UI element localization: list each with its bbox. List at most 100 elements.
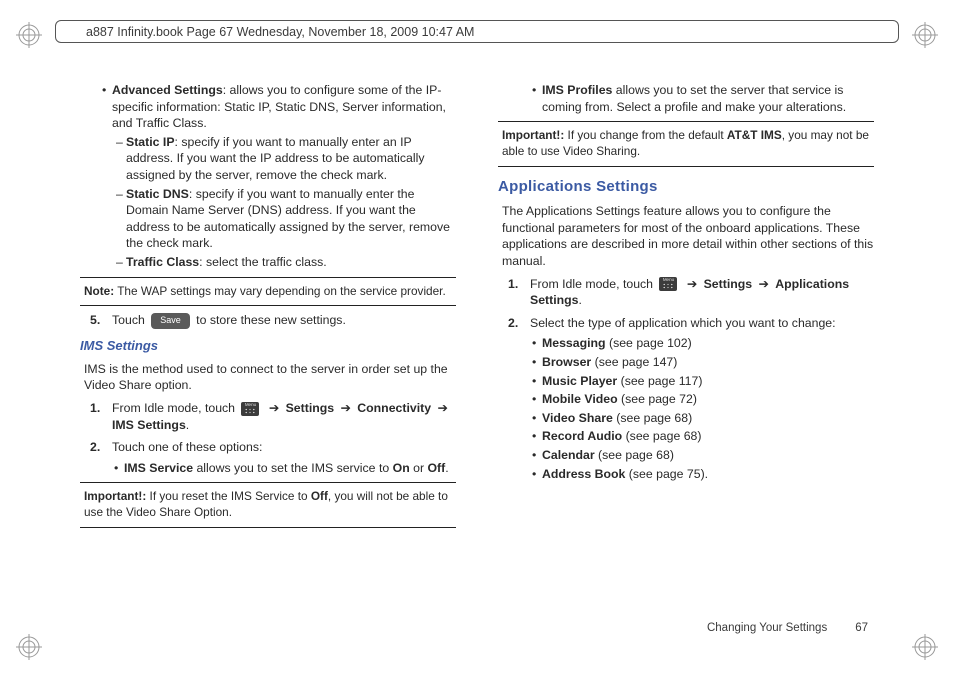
app-item-title: Record Audio bbox=[542, 429, 622, 443]
ims2-text: Touch one of these options: bbox=[112, 439, 456, 456]
step5-pre: Touch bbox=[112, 313, 148, 327]
app-item-title: Messaging bbox=[542, 336, 606, 350]
app-item-page: (see page 117) bbox=[617, 374, 702, 388]
applications-settings-heading: Applications Settings bbox=[498, 177, 874, 197]
arrow-icon: ➔ bbox=[435, 401, 451, 415]
crop-mark-icon bbox=[16, 634, 42, 660]
bullet-app-item: •Record Audio (see page 68) bbox=[532, 428, 874, 445]
step-number: 2. bbox=[90, 439, 112, 456]
app-item-page: (see page 102) bbox=[606, 336, 692, 350]
dash-static-ip: – Static IP: specify if you want to manu… bbox=[116, 134, 456, 184]
bullet-app-item: •Video Share (see page 68) bbox=[532, 410, 874, 427]
static-dns-title: Static DNS bbox=[126, 187, 189, 201]
ims1-settings: Settings bbox=[286, 401, 335, 415]
app-item-page: (see page 72) bbox=[618, 392, 697, 406]
right-column: • IMS Profiles allows you to set the ser… bbox=[498, 80, 874, 622]
left-column: • Advanced Settings: allows you to confi… bbox=[80, 80, 456, 622]
step-number: 1. bbox=[90, 400, 112, 433]
apps-step-1: 1. From Idle mode, touch ➔ Settings ➔ Ap… bbox=[508, 276, 874, 309]
important-label: Important!: bbox=[84, 489, 146, 503]
important-label: Important!: bbox=[502, 128, 564, 142]
bullet-app-item: •Address Book (see page 75). bbox=[532, 466, 874, 483]
traffic-desc: : select the traffic class. bbox=[199, 255, 327, 269]
footer-section: Changing Your Settings bbox=[707, 622, 827, 634]
page-body: • Advanced Settings: allows you to confi… bbox=[80, 80, 874, 622]
crop-mark-icon bbox=[912, 22, 938, 48]
app-item-title: Address Book bbox=[542, 467, 625, 481]
step-number: 1. bbox=[508, 276, 530, 309]
ims1-ims: IMS Settings bbox=[112, 418, 186, 432]
app-item-page: (see page 147) bbox=[591, 355, 677, 369]
ims-step-1: 1. From Idle mode, touch ➔ Settings ➔ Co… bbox=[90, 400, 456, 433]
app-item-page: (see page 75). bbox=[625, 467, 708, 481]
app-item-title: Calendar bbox=[542, 448, 595, 462]
app1-settings: Settings bbox=[704, 277, 753, 291]
page-footer: Changing Your Settings 67 bbox=[707, 622, 868, 634]
menu-icon bbox=[241, 402, 259, 416]
save-key-icon: Save bbox=[151, 313, 190, 329]
ims-step-2: 2. Touch one of these options: bbox=[90, 439, 456, 456]
separator bbox=[80, 277, 456, 278]
app-item-page: (see page 68) bbox=[622, 429, 701, 443]
bullet-ims-service: • IMS Service allows you to set the IMS … bbox=[114, 460, 456, 477]
step-number: 5. bbox=[90, 312, 112, 329]
important-att-ims: AT&T IMS bbox=[727, 128, 782, 142]
app1-pre: From Idle mode, touch bbox=[530, 277, 656, 291]
ims-service-off: Off bbox=[427, 461, 445, 475]
bullet-app-item: •Messaging (see page 102) bbox=[532, 335, 874, 352]
note-label: Note: bbox=[84, 284, 114, 298]
footer-page: 67 bbox=[855, 622, 868, 634]
static-ip-title: Static IP bbox=[126, 135, 175, 149]
ims-settings-heading: IMS Settings bbox=[80, 337, 456, 355]
separator bbox=[80, 527, 456, 528]
separator bbox=[498, 121, 874, 122]
traffic-title: Traffic Class bbox=[126, 255, 199, 269]
ims-service-dot: . bbox=[445, 461, 448, 475]
apps-list: •Messaging (see page 102)•Browser (see p… bbox=[498, 335, 874, 482]
note-text: The WAP settings may vary depending on t… bbox=[114, 284, 446, 298]
bullet-ims-profiles: • IMS Profiles allows you to set the ser… bbox=[532, 82, 874, 115]
important-ims: Important!: If you reset the IMS Service… bbox=[80, 489, 456, 521]
app-item-title: Music Player bbox=[542, 374, 617, 388]
ims1-pre: From Idle mode, touch bbox=[112, 401, 238, 415]
apps-step-2: 2. Select the type of application which … bbox=[508, 315, 874, 332]
app-item-page: (see page 68) bbox=[595, 448, 674, 462]
separator bbox=[498, 166, 874, 167]
dash-static-dns: – Static DNS: specify if you want to man… bbox=[116, 186, 456, 252]
important-off: Off bbox=[311, 489, 328, 503]
separator bbox=[80, 482, 456, 483]
bullet-app-item: •Calendar (see page 68) bbox=[532, 447, 874, 464]
app2-text: Select the type of application which you… bbox=[530, 315, 874, 332]
app-item-title: Browser bbox=[542, 355, 591, 369]
step-number: 2. bbox=[508, 315, 530, 332]
crop-mark-icon bbox=[912, 634, 938, 660]
arrow-icon: ➔ bbox=[266, 401, 282, 415]
bullet-advanced-settings: • Advanced Settings: allows you to confi… bbox=[102, 82, 456, 132]
arrow-icon: ➔ bbox=[338, 401, 354, 415]
bullet-app-item: •Mobile Video (see page 72) bbox=[532, 391, 874, 408]
step5-post: to store these new settings. bbox=[196, 313, 346, 327]
page-header: a887 Infinity.book Page 67 Wednesday, No… bbox=[55, 20, 899, 43]
app-item-title: Video Share bbox=[542, 411, 613, 425]
important-pre: If you reset the IMS Service to bbox=[146, 489, 311, 503]
ims-service-or: or bbox=[410, 461, 428, 475]
adv-title: Advanced Settings bbox=[112, 83, 223, 97]
ims-profiles-title: IMS Profiles bbox=[542, 83, 612, 97]
separator bbox=[80, 305, 456, 306]
ims1-connectivity: Connectivity bbox=[357, 401, 431, 415]
app-item-page: (see page 68) bbox=[613, 411, 692, 425]
important-att: Important!: If you change from the defau… bbox=[498, 128, 874, 160]
crop-mark-icon bbox=[16, 22, 42, 48]
ims-intro: IMS is the method used to connect to the… bbox=[84, 361, 456, 394]
ims-service-title: IMS Service bbox=[124, 461, 193, 475]
step-5: 5. Touch Save to store these new setting… bbox=[90, 312, 456, 329]
arrow-icon: ➔ bbox=[684, 277, 700, 291]
bullet-app-item: •Music Player (see page 117) bbox=[532, 373, 874, 390]
important-att-pre: If you change from the default bbox=[564, 128, 727, 142]
dash-traffic-class: – Traffic Class: select the traffic clas… bbox=[116, 254, 456, 271]
ims-service-on: On bbox=[393, 461, 410, 475]
arrow-icon: ➔ bbox=[756, 277, 772, 291]
apps-intro: The Applications Settings feature allows… bbox=[502, 203, 874, 269]
ims-service-desc: allows you to set the IMS service to bbox=[193, 461, 393, 475]
note-wap: Note: The WAP settings may vary dependin… bbox=[80, 284, 456, 300]
